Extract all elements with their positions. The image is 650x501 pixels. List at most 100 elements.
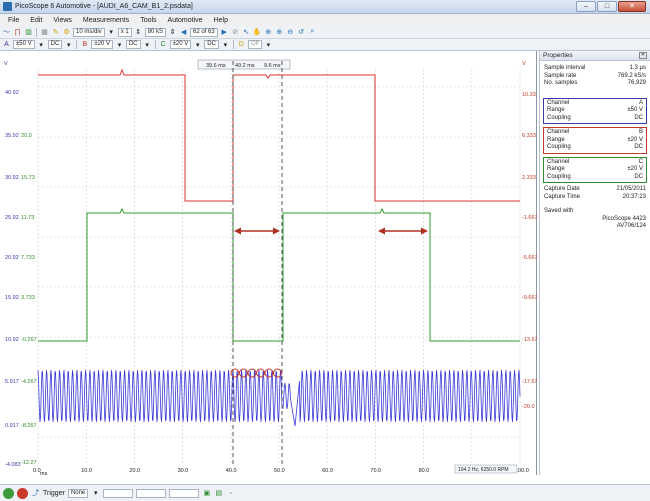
channels-icon[interactable]: ▦ bbox=[40, 28, 49, 37]
channel-toolbar: A ±50 V ▾ DC ▾ B ±20 V ▾ DC ▾ C ±20 V ▾ … bbox=[0, 39, 650, 51]
channel-a-range-dropdown-icon[interactable]: ▾ bbox=[37, 40, 46, 49]
channel-a-icon[interactable]: A bbox=[2, 40, 11, 49]
axis-label-b: -17.67 bbox=[522, 379, 537, 385]
channel-a-coupling[interactable]: DC bbox=[47, 40, 63, 49]
scope-view[interactable]: 40.92 35.92 30.92 25.92 20.92 15.92 10.92 5.917… bbox=[0, 51, 537, 475]
buffer-forward-icon[interactable]: ▶ bbox=[220, 28, 229, 37]
maximize-button[interactable]: □ bbox=[597, 1, 617, 12]
channel-d-icon[interactable]: D bbox=[237, 40, 246, 49]
zoom-out-icon[interactable]: ⊖ bbox=[286, 28, 295, 37]
axis-label-a: 20.92 bbox=[5, 255, 19, 261]
trigger-level-input[interactable] bbox=[136, 488, 167, 498]
channel-b-properties: Channel B Range ±20 V Coupling DC bbox=[543, 127, 647, 154]
buffer-back-icon[interactable]: ◀ bbox=[179, 28, 188, 37]
properties-summary: Sample interval 1.3 µs Sample rate 769.2 k… bbox=[540, 61, 650, 88]
add-ruler-icon[interactable]: ▣ bbox=[202, 489, 211, 498]
pointer-tool-icon[interactable]: ↖ bbox=[242, 28, 251, 37]
ruler-readout: 39.6 ms 49.2 ms 9.6 ms bbox=[197, 59, 291, 70]
app-icon bbox=[3, 2, 12, 11]
close-button[interactable]: ✕ bbox=[618, 1, 646, 12]
samples-select[interactable]: 80 kS bbox=[144, 27, 167, 37]
frequency-readout-text: 104.2 Hz, 6250.0 RPM bbox=[458, 467, 509, 473]
menu-help[interactable]: Help bbox=[214, 17, 228, 24]
axis-label-x: 30.0 bbox=[178, 468, 189, 474]
probe-icon[interactable]: ✎ bbox=[51, 28, 60, 37]
spectrum-mode-icon[interactable]: ▥ bbox=[24, 28, 33, 37]
channel-c-icon[interactable]: C bbox=[159, 40, 168, 49]
ruler-settings-icon[interactable]: ▤ bbox=[214, 489, 223, 498]
timebase-select[interactable]: 10 ms/div bbox=[73, 27, 105, 37]
waveform-traces bbox=[37, 68, 521, 427]
axis-label-x: 50.0 bbox=[274, 468, 285, 474]
menu-edit[interactable]: Edit bbox=[30, 17, 42, 24]
trigger-label: Trigger bbox=[43, 489, 65, 497]
sample-interval-row: Sample interval 1.3 µs bbox=[544, 65, 646, 71]
axis-label-c: -8.267 bbox=[21, 423, 37, 429]
menu-file[interactable]: File bbox=[8, 17, 19, 24]
channel-b-coupling[interactable]: DC bbox=[125, 40, 141, 49]
unit-label-right: V bbox=[522, 61, 526, 67]
axis-label-x: 80.0 bbox=[419, 468, 430, 474]
channel-b-range[interactable]: ±20 V bbox=[91, 40, 113, 49]
axis-label-c: 3.733 bbox=[21, 295, 35, 301]
notes-icon[interactable]: ▫ bbox=[226, 489, 235, 498]
channel-c-coupling-dropdown-icon[interactable]: ▾ bbox=[221, 40, 230, 49]
channel-d-dropdown-icon[interactable]: ▾ bbox=[264, 40, 273, 49]
zoom-in-icon[interactable]: ⊕ bbox=[264, 28, 273, 37]
axis-label-a: 30.92 bbox=[5, 175, 19, 181]
axis-label-b: 2.333 bbox=[522, 175, 536, 181]
scope-mode-icon[interactable]: 〜 bbox=[2, 28, 11, 37]
axis-label-b: -5.667 bbox=[522, 255, 537, 261]
zoom-in-x-icon[interactable]: ⊕ bbox=[275, 28, 284, 37]
channel-c-properties: Channel C Range ±20 V Coupling DC bbox=[543, 156, 647, 183]
channel-b-range-dropdown-icon[interactable]: ▾ bbox=[115, 40, 124, 49]
menu-views[interactable]: Views bbox=[53, 17, 72, 24]
axis-label-a: 25.92 bbox=[5, 215, 19, 221]
timebase-dropdown-icon[interactable]: ▾ bbox=[107, 28, 116, 37]
clear-icon[interactable]: ⊘ bbox=[231, 28, 240, 37]
scope-graph[interactable]: 40.92 35.92 30.92 25.92 20.92 15.92 10.92 5.917… bbox=[0, 51, 537, 475]
zoom-stepper-icon[interactable]: ⇕ bbox=[134, 28, 143, 37]
persistence-mode-icon[interactable]: ∏ bbox=[13, 28, 22, 37]
trigger-icon: ⤴ bbox=[32, 490, 39, 497]
menu-measurements[interactable]: Measurements bbox=[83, 17, 129, 24]
menu-bar: File Edit Views Measurements Tools Autom… bbox=[0, 14, 650, 26]
zoom-fit-icon[interactable]: ⌕ bbox=[308, 28, 317, 37]
channel-c-range[interactable]: ±20 V bbox=[169, 40, 192, 49]
samples-stepper-icon[interactable]: ⇕ bbox=[168, 28, 177, 37]
menu-tools[interactable]: Tools bbox=[140, 17, 156, 24]
ruler-time-b: 49.2 ms bbox=[235, 63, 255, 69]
trigger-dropdown-icon[interactable]: ▾ bbox=[91, 489, 100, 498]
tools-icon[interactable]: ⚙ bbox=[62, 28, 71, 37]
trigger-position-input[interactable] bbox=[169, 488, 200, 498]
axis-label-c: 7.733 bbox=[21, 255, 35, 261]
start-button[interactable] bbox=[3, 487, 14, 499]
ruler-time-a: 39.6 ms bbox=[206, 63, 226, 69]
minimize-button[interactable]: – bbox=[576, 1, 596, 12]
axis-label-c: -4.267 bbox=[21, 379, 37, 385]
axis-label-a: 15.92 bbox=[5, 295, 19, 301]
trigger-source-select[interactable] bbox=[103, 488, 134, 498]
properties-close-icon[interactable]: ✕ bbox=[639, 52, 647, 59]
axis-label-a: 40.92 bbox=[5, 90, 19, 96]
stop-button[interactable] bbox=[17, 487, 28, 499]
channel-a-coupling-dropdown-icon[interactable]: ▾ bbox=[64, 40, 73, 49]
channel-b-coupling-dropdown-icon[interactable]: ▾ bbox=[143, 40, 152, 49]
hand-tool-icon[interactable]: ✋ bbox=[253, 28, 262, 37]
channel-d-state[interactable]: Off bbox=[247, 40, 262, 49]
channel-c-range-dropdown-icon[interactable]: ▾ bbox=[193, 40, 202, 49]
axis-label-c: -0.267 bbox=[21, 337, 37, 343]
axis-label-c: -12.27 bbox=[21, 460, 37, 466]
axis-label-x: 10.0 bbox=[81, 468, 92, 474]
saved-with-info: Saved with PicoScope 4423 AV706/124 bbox=[544, 208, 646, 229]
zoom-select[interactable]: x 1 bbox=[117, 27, 132, 37]
trigger-mode-select[interactable]: None bbox=[67, 488, 89, 498]
buffer-navigator[interactable]: 62 of 63 bbox=[190, 27, 218, 37]
menu-automotive[interactable]: Automotive bbox=[168, 17, 203, 24]
properties-title: Properties bbox=[543, 52, 573, 59]
channel-c-coupling[interactable]: DC bbox=[204, 40, 219, 49]
channel-a-range[interactable]: ±50 V bbox=[13, 40, 35, 49]
axis-label-c: 11.73 bbox=[21, 215, 34, 221]
undo-zoom-icon[interactable]: ↺ bbox=[297, 28, 306, 37]
channel-b-icon[interactable]: B bbox=[80, 40, 89, 49]
